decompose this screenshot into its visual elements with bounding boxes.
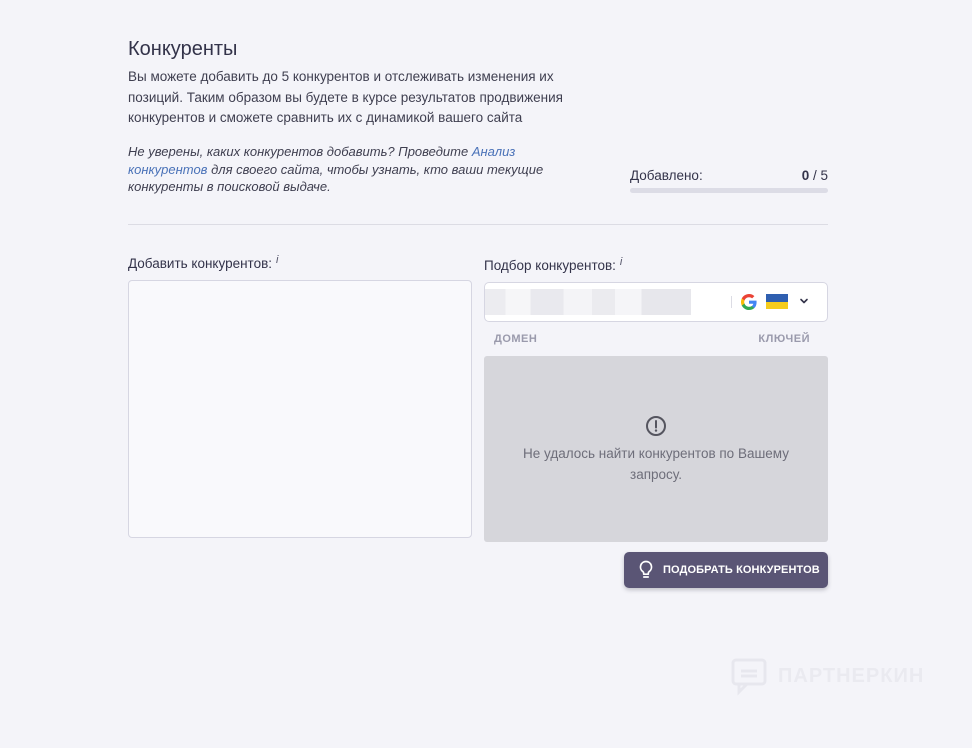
watermark-text: ПАРТНЕРКИН	[778, 664, 925, 687]
add-competitors-info-icon[interactable]: i	[276, 254, 278, 266]
added-counter-label: Добавлено:	[630, 168, 703, 183]
watermark-logo-icon	[731, 658, 767, 696]
page-description: Вы можете добавить до 5 конкурентов и от…	[128, 69, 563, 125]
exclamation-circle-icon	[646, 416, 666, 436]
site-region-selector[interactable]	[484, 282, 828, 322]
domain-value-blurred	[485, 289, 691, 315]
empty-state-message: Не удалось найти конкурентов по Вашему з…	[523, 446, 789, 482]
pick-competitors-button-label: ПОДОБРАТЬ КОНКУРЕНТОВ	[663, 564, 820, 576]
flag-yellow-stripe	[766, 301, 788, 309]
added-separator: /	[809, 168, 821, 183]
hint-text-start: Не уверены, каких конкурентов добавить? …	[128, 144, 472, 159]
pick-competitors-button[interactable]: ПОДОБРАТЬ КОНКУРЕНТОВ	[624, 552, 828, 588]
watermark: ПАРТНЕРКИН	[730, 656, 924, 696]
competitors-textarea[interactable]	[128, 280, 472, 538]
page-title: Конкуренты	[128, 38, 238, 60]
chevron-down-icon[interactable]	[799, 296, 809, 306]
pick-competitors-label-text: Подбор конкурентов:	[484, 258, 616, 273]
lightbulb-icon	[639, 560, 653, 578]
added-max: 5	[820, 168, 828, 183]
column-header-keys[interactable]: КЛЮЧЕЙ	[758, 333, 810, 345]
ukraine-flag-icon	[766, 294, 788, 309]
section-divider	[128, 224, 828, 225]
column-header-domain[interactable]: ДОМЕН	[494, 333, 537, 345]
added-counter-value: 0 / 5	[802, 168, 828, 183]
competitors-empty-state: Не удалось найти конкурентов по Вашему з…	[484, 356, 828, 542]
pick-competitors-info-icon[interactable]: i	[620, 256, 622, 268]
flag-blue-stripe	[766, 294, 788, 302]
add-competitors-label-text: Добавить конкурентов:	[128, 256, 273, 271]
pick-competitors-label: Подбор конкурентов: i	[484, 256, 622, 273]
added-progress-bar	[630, 188, 828, 193]
selector-separator	[731, 296, 732, 308]
add-competitors-label: Добавить конкурентов: i	[128, 254, 278, 271]
google-icon	[741, 294, 757, 310]
competitor-hint: Не уверены, каких конкурентов добавить? …	[128, 143, 558, 196]
